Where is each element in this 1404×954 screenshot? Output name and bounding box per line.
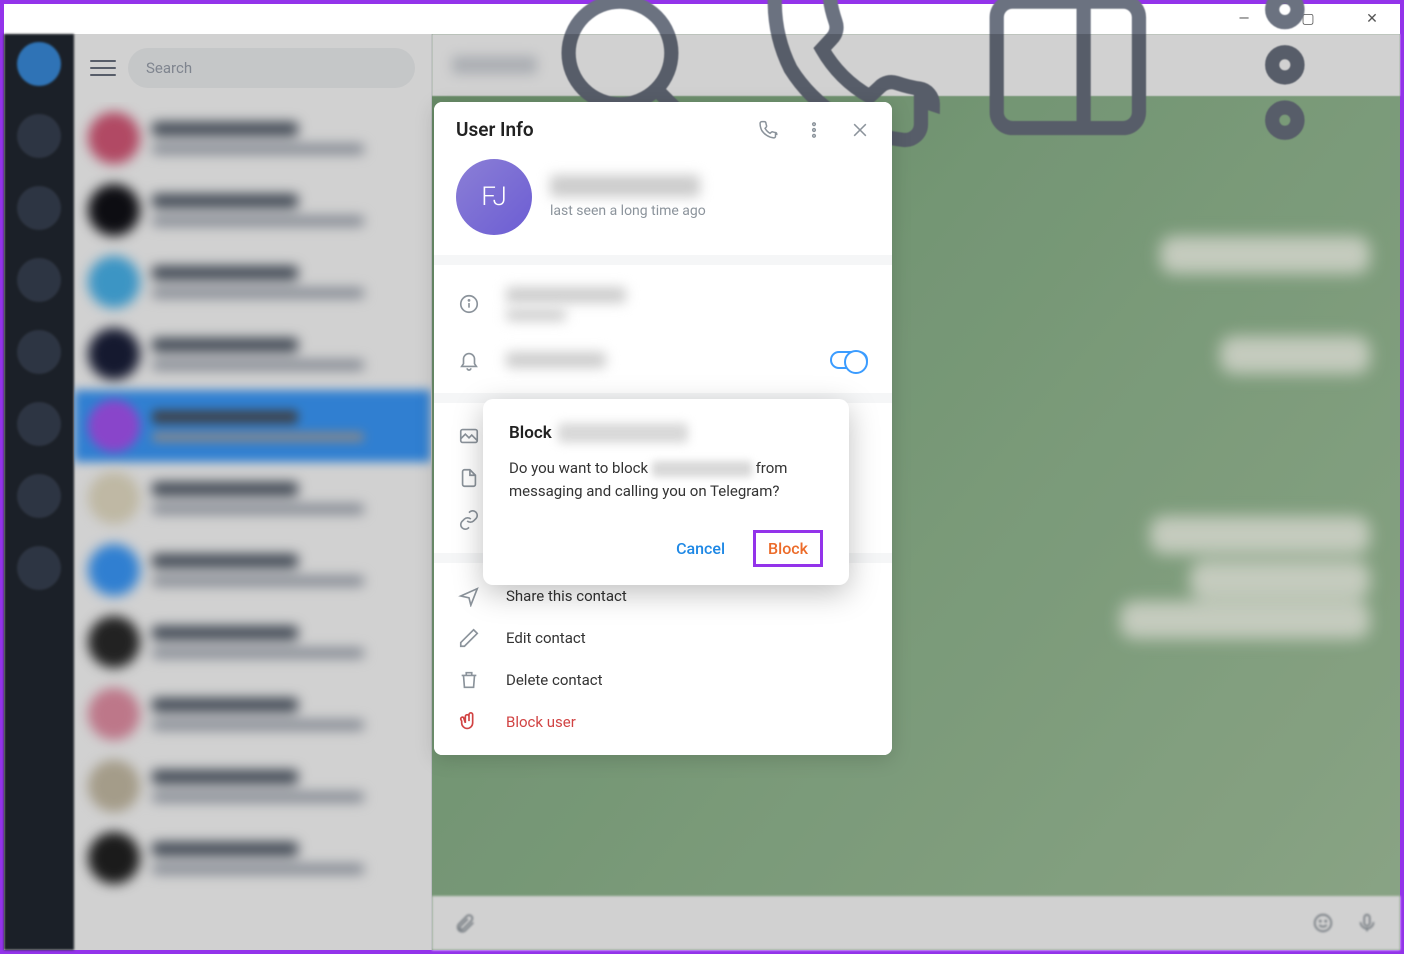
delete-contact-row[interactable]: Delete contact <box>434 659 892 701</box>
call-icon[interactable] <box>758 120 778 140</box>
info-icon <box>458 293 480 315</box>
delete-contact-label: Delete contact <box>506 671 603 689</box>
edit-contact-row[interactable]: Edit contact <box>434 617 892 659</box>
hand-icon <box>458 711 480 733</box>
more-icon[interactable] <box>804 120 824 140</box>
dialog-message: Do you want to block from messaging and … <box>509 457 823 502</box>
notifications-toggle[interactable] <box>830 351 868 369</box>
user-name <box>550 175 700 197</box>
cancel-button[interactable]: Cancel <box>672 533 729 564</box>
share-contact-label: Share this contact <box>506 587 627 605</box>
image-icon <box>458 425 480 447</box>
user-avatar[interactable]: FJ <box>456 159 532 235</box>
block-user-label: Block user <box>506 713 576 731</box>
trash-icon <box>458 669 480 691</box>
close-icon[interactable] <box>850 120 870 140</box>
block-user-row[interactable]: Block user <box>434 701 892 743</box>
block-button[interactable]: Block <box>753 530 823 567</box>
link-icon <box>458 509 480 531</box>
notifications-row[interactable] <box>434 331 892 381</box>
edit-contact-label: Edit contact <box>506 629 586 647</box>
edit-icon <box>458 627 480 649</box>
file-icon <box>458 467 480 489</box>
panel-title: User Info <box>456 118 534 141</box>
bell-icon <box>458 349 480 371</box>
user-status: last seen a long time ago <box>550 203 706 219</box>
share-icon <box>458 585 480 607</box>
info-row <box>434 277 892 331</box>
block-confirm-dialog: Block Do you want to block from messagin… <box>483 399 849 585</box>
dialog-title: Block <box>509 423 823 443</box>
